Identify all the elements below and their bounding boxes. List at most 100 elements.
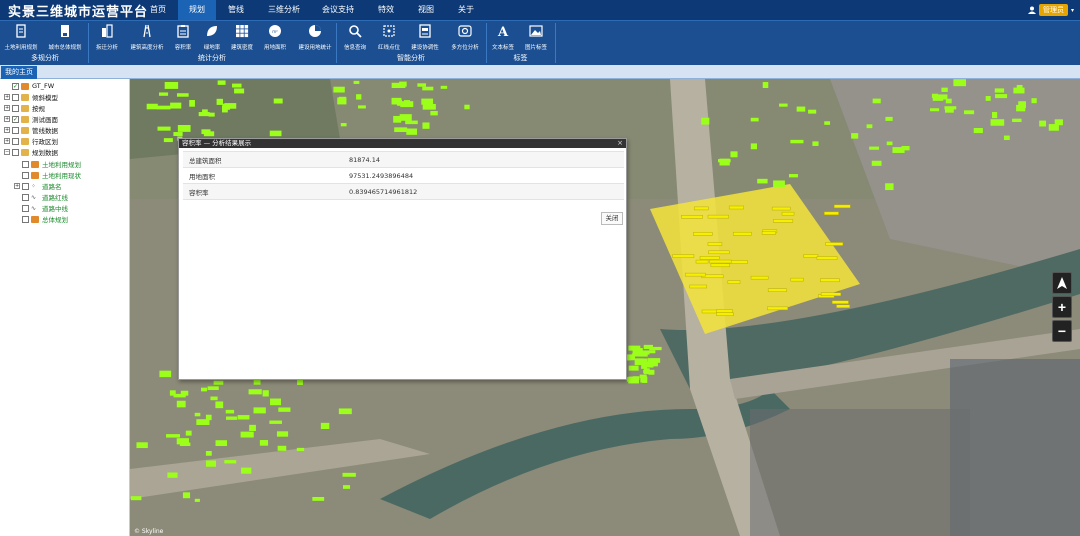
building-footprint <box>296 447 305 452</box>
tool-image-label[interactable]: 图片标签 <box>517 24 555 51</box>
tree-node-road-redline[interactable]: ∿ 道路红线 <box>14 192 68 202</box>
tab-my-home[interactable]: 我的主页 <box>1 66 37 79</box>
checkbox[interactable] <box>22 160 29 168</box>
checkbox[interactable] <box>12 126 19 134</box>
expand-icon[interactable]: + <box>4 116 10 122</box>
nav-tab-3d-analysis[interactable]: 三维分析 <box>260 0 308 20</box>
building-footprint <box>177 124 191 132</box>
building-footprint <box>249 424 256 431</box>
building-footprint <box>992 111 998 119</box>
tool-building-height[interactable]: 建筑高度分析 <box>128 24 166 51</box>
building-footprint <box>222 105 228 113</box>
tool-land-area[interactable]: m² 用地面积 <box>256 24 294 51</box>
checkbox[interactable] <box>22 171 29 179</box>
building-footprint <box>647 358 661 363</box>
checkbox[interactable]: ✓ <box>12 115 19 123</box>
building-footprint <box>808 109 817 114</box>
tree-node-land-use-status[interactable]: 土地利用现状 <box>14 170 81 180</box>
layer-tree-panel: ✓ GT_FW + 倾斜模型 + 按规 + ✓ 测试画面 + 管线数据 + 行政… <box>0 79 130 536</box>
selected-building <box>715 309 733 313</box>
checkbox[interactable] <box>22 182 29 190</box>
collapse-icon[interactable]: − <box>4 149 10 155</box>
building-footprint <box>963 110 975 115</box>
building-footprint <box>1012 118 1022 123</box>
group-label-smart-analysis: 智能分析 <box>397 54 425 62</box>
checkbox[interactable] <box>22 204 29 212</box>
expand-icon[interactable]: + <box>4 94 10 100</box>
zoom-out-button[interactable]: − <box>1052 320 1072 342</box>
building-footprint <box>136 442 148 449</box>
tool-info-query[interactable]: 信息查询 <box>336 24 374 51</box>
building-footprint <box>189 100 195 107</box>
checkbox[interactable]: ✓ <box>12 82 19 90</box>
checkbox[interactable] <box>12 93 19 101</box>
building-footprint <box>422 122 430 129</box>
close-button[interactable]: 关闭 <box>601 212 623 225</box>
nav-tab-about[interactable]: 关于 <box>448 0 484 20</box>
building-footprint <box>885 183 894 191</box>
selected-building <box>761 231 776 235</box>
building-footprint <box>194 412 201 417</box>
tree-node-admin-division[interactable]: + 行政区划 <box>4 136 58 146</box>
row-label: 总建筑面积 <box>183 151 343 168</box>
building-footprint <box>163 138 173 143</box>
tool-land-use-planning[interactable]: 土地利用规划 <box>2 24 40 51</box>
tool-demolition-analysis[interactable]: 拆迁分析 <box>88 24 126 51</box>
tree-node-road-names[interactable]: + ⁘ 道路名 <box>14 181 62 191</box>
checkbox[interactable] <box>12 137 19 145</box>
building-footprint <box>391 97 402 105</box>
tool-construction-land-stats[interactable]: 建设用地统计 <box>296 24 334 51</box>
checkbox[interactable] <box>12 104 19 112</box>
tree-node-by-plan[interactable]: + 按规 <box>4 103 45 113</box>
document-icon <box>16 24 26 38</box>
row-label: 容积率 <box>183 183 343 200</box>
close-icon[interactable]: × <box>617 139 623 148</box>
tree-node-pipeline-data[interactable]: + 管线数据 <box>4 125 58 135</box>
expand-icon[interactable]: + <box>4 138 10 144</box>
building-footprint <box>182 492 191 499</box>
tree-node-land-use-plan[interactable]: 土地利用规划 <box>14 159 81 169</box>
building-footprint <box>232 83 242 88</box>
nav-tab-pipeline[interactable]: 管线 <box>218 0 254 20</box>
nav-tab-home[interactable]: 首页 <box>140 0 176 20</box>
tree-node-planning-data[interactable]: − 规划数据 <box>4 147 58 157</box>
expand-icon[interactable]: + <box>4 105 10 111</box>
navigate-icon[interactable] <box>1052 272 1072 294</box>
building-footprint <box>205 414 212 421</box>
building-footprint <box>941 87 948 92</box>
user-menu[interactable]: 管理员 ▾ <box>1027 4 1074 16</box>
checkbox[interactable] <box>22 193 29 201</box>
tree-node-master-plan[interactable]: 总体规划 <box>14 214 68 224</box>
leaf-icon <box>207 26 217 36</box>
tool-multi-angle[interactable]: 多方位分析 <box>446 24 484 51</box>
tool-coordination[interactable]: 建设协调性 <box>406 24 444 51</box>
building-footprint <box>1054 119 1063 126</box>
tool-redline-points[interactable]: 红线点位 <box>370 24 408 51</box>
building-footprint <box>1013 87 1025 94</box>
tree-node-test-scene[interactable]: + ✓ 测试画面 <box>4 114 58 124</box>
building-footprint <box>994 88 1005 93</box>
expand-icon[interactable]: + <box>4 127 10 133</box>
nav-tab-effects[interactable]: 特效 <box>368 0 404 20</box>
building-footprint <box>990 119 1005 126</box>
selected-building <box>820 278 840 283</box>
checkbox[interactable] <box>12 148 19 156</box>
building-footprint <box>824 121 831 125</box>
dialog-title-bar[interactable]: 容积率 — 分析结果展示 × <box>179 139 626 148</box>
nav-tab-view[interactable]: 视图 <box>408 0 444 20</box>
building-footprint <box>1031 98 1037 104</box>
checkbox[interactable] <box>22 215 29 223</box>
target-icon <box>458 25 472 37</box>
tree-node-road-centerline[interactable]: ∿ 道路中线 <box>14 203 68 213</box>
dialog-title: 容积率 — 分析结果展示 <box>182 139 252 147</box>
nav-tab-planning[interactable]: 规划 <box>178 0 216 20</box>
zoom-in-button[interactable]: + <box>1052 296 1072 318</box>
nav-tab-meeting[interactable]: 会议支持 <box>314 0 362 20</box>
selected-building <box>790 277 804 282</box>
building-footprint <box>1039 120 1047 127</box>
tree-node-gt-fw[interactable]: ✓ GT_FW <box>4 81 54 91</box>
expand-icon[interactable]: + <box>14 183 20 189</box>
tree-node-oblique-model[interactable]: + 倾斜模型 <box>4 92 58 102</box>
building-footprint <box>422 86 434 91</box>
tool-master-plan[interactable]: 城市总体规划 <box>46 24 84 51</box>
